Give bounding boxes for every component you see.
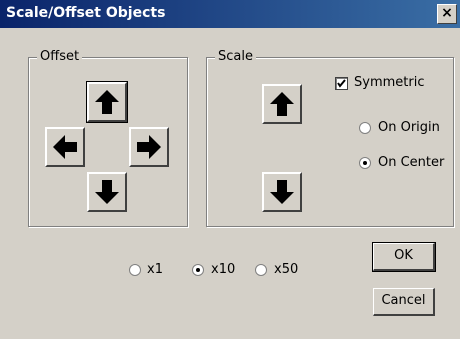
x1-label: x1 [147,262,163,277]
cancel-button[interactable]: Cancel [373,288,435,316]
window-title: Scale/Offset Objects [6,5,166,21]
close-button[interactable]: × [437,4,457,24]
offset-legend: Offset [37,49,83,64]
offset-down-button[interactable] [87,172,127,212]
x10-label: x10 [211,262,236,277]
offset-right-button[interactable] [129,127,169,167]
arrow-down-icon [95,180,119,204]
x10-radio[interactable] [192,264,204,276]
arrow-up-icon [270,92,294,116]
title-bar[interactable]: Scale/Offset Objects × [0,0,460,28]
x50-radio[interactable] [255,264,267,276]
checkmark-icon [337,79,346,88]
arrow-right-icon [137,135,161,159]
on-origin-label: On Origin [378,120,440,135]
on-center-radio[interactable] [359,157,371,169]
on-center-label: On Center [378,155,445,170]
scale-legend: Scale [215,49,256,64]
x50-label: x50 [274,262,299,277]
scale-up-button[interactable] [262,84,302,124]
x1-radio[interactable] [129,264,141,276]
symmetric-label: Symmetric [354,75,425,90]
arrow-up-icon [95,90,119,114]
scale-down-button[interactable] [262,172,302,212]
arrow-down-icon [270,180,294,204]
offset-left-button[interactable] [45,127,85,167]
radio-selected-dot [196,268,200,272]
offset-up-button[interactable] [86,81,128,123]
on-origin-radio[interactable] [359,122,371,134]
symmetric-checkbox[interactable] [335,77,348,90]
dialog-window: Scale/Offset Objects × Offset Scale Symm… [0,0,460,339]
radio-selected-dot [363,161,367,165]
ok-button[interactable]: OK [372,242,436,272]
arrow-left-icon [53,135,77,159]
